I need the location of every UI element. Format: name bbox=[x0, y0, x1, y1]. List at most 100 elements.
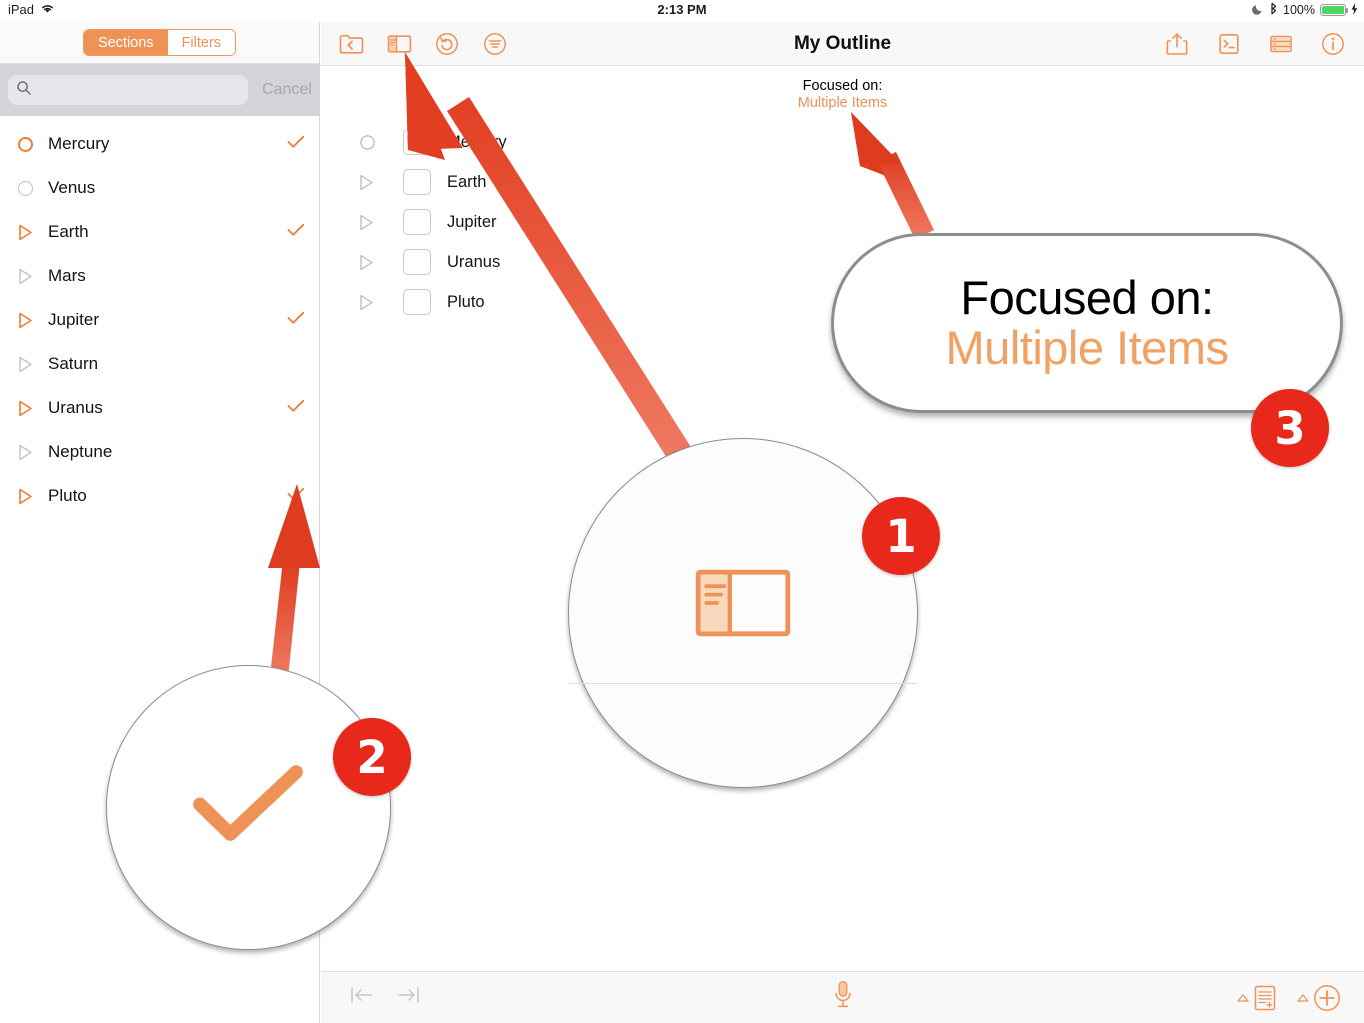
focus-banner-label: Focused on: bbox=[802, 78, 883, 94]
sidebar-item-earth[interactable]: Earth bbox=[0, 210, 319, 254]
sidebar-toggle-icon-zoomed bbox=[693, 568, 793, 643]
outline-row-label: Pluto bbox=[447, 292, 485, 311]
outline-row-label: Jupiter bbox=[447, 212, 497, 231]
indent-icon[interactable] bbox=[395, 985, 421, 1010]
sidebar-item-label: Saturn bbox=[48, 354, 99, 373]
triangle-right-icon[interactable] bbox=[359, 214, 403, 231]
focus-banner: Focused on: Multiple Items bbox=[321, 66, 1364, 112]
sidebar-item-label: Venus bbox=[48, 178, 96, 197]
outline-row-label: Mercury bbox=[447, 132, 507, 151]
main-bottom-bar bbox=[321, 971, 1364, 1023]
sections-list: Mercury Venus Earth Mars Jupiter Saturn … bbox=[0, 116, 319, 518]
check-icon bbox=[285, 223, 305, 242]
triangle-right-icon[interactable] bbox=[18, 356, 48, 373]
battery-icon bbox=[1320, 4, 1348, 16]
sidebar-item-label: Uranus bbox=[48, 398, 103, 417]
bottom-bar-left bbox=[321, 985, 421, 1010]
outline-row-checkbox[interactable] bbox=[403, 169, 431, 195]
outline-row-checkbox[interactable] bbox=[403, 289, 431, 315]
sidebar-item-saturn[interactable]: Saturn bbox=[0, 342, 319, 386]
sidebar-item-label: Mercury bbox=[48, 134, 110, 153]
rows-icon[interactable] bbox=[1268, 31, 1294, 57]
bluetooth-icon bbox=[1269, 2, 1278, 18]
tab-filters[interactable]: Filters bbox=[167, 30, 236, 55]
circle-icon[interactable] bbox=[18, 180, 48, 196]
focus-banner-value[interactable]: Multiple Items bbox=[321, 95, 1364, 112]
main-toolbar-left bbox=[321, 31, 508, 57]
tab-sections[interactable]: Sections bbox=[83, 30, 168, 55]
folder-back-icon[interactable] bbox=[338, 31, 364, 57]
sidebar-item-label: Pluto bbox=[48, 486, 87, 505]
sidebar-item-pluto[interactable]: Pluto bbox=[0, 474, 319, 518]
search-row: Cancel bbox=[0, 64, 319, 116]
battery-percent-label: 100% bbox=[1283, 3, 1315, 17]
sidebar-item-jupiter[interactable]: Jupiter bbox=[0, 298, 319, 342]
script-icon[interactable] bbox=[1216, 31, 1242, 57]
search-field[interactable] bbox=[8, 75, 248, 105]
search-icon bbox=[16, 80, 32, 101]
bottom-bar-right bbox=[1236, 983, 1342, 1013]
triangle-right-icon[interactable] bbox=[18, 224, 48, 241]
add-row-icon[interactable] bbox=[1296, 983, 1342, 1013]
sidebar-toggle-icon[interactable] bbox=[386, 31, 412, 57]
callout-bubble-3: Focused on: Multiple Items bbox=[831, 233, 1343, 413]
sidebar-header: Sections Filters bbox=[0, 22, 319, 64]
check-icon bbox=[285, 311, 305, 330]
triangle-right-icon[interactable] bbox=[18, 400, 48, 417]
sidebar-item-mars[interactable]: Mars bbox=[0, 254, 319, 298]
outline-row-earth[interactable]: Earth bbox=[321, 162, 1364, 202]
outline-row-checkbox[interactable] bbox=[403, 209, 431, 235]
add-note-icon[interactable] bbox=[1236, 983, 1278, 1013]
outline-row-mercury[interactable]: Mercury bbox=[321, 122, 1364, 162]
circle-icon[interactable] bbox=[359, 134, 403, 151]
search-input[interactable] bbox=[38, 82, 240, 98]
pluto-row-checkmark bbox=[285, 487, 305, 506]
triangle-right-icon[interactable] bbox=[18, 268, 48, 285]
sidebar-item-label: Neptune bbox=[48, 442, 113, 461]
callout-badge-2: 2 bbox=[333, 718, 411, 796]
search-cancel-button[interactable]: Cancel bbox=[254, 81, 312, 99]
triangle-right-icon[interactable] bbox=[18, 488, 48, 505]
ipad-screen: iPad 2:13 PM 100% Sections Filters Cance… bbox=[0, 0, 1364, 1023]
sidebar-item-label: Mars bbox=[48, 266, 86, 285]
moon-icon bbox=[1252, 3, 1264, 18]
main-toolbar-right bbox=[1164, 22, 1346, 66]
filter-icon[interactable] bbox=[482, 31, 508, 57]
bubble-line-2: Multiple Items bbox=[945, 321, 1229, 374]
status-bar-clock: 2:13 PM bbox=[657, 2, 707, 17]
check-icon bbox=[285, 135, 305, 154]
sidebar-item-mercury[interactable]: Mercury bbox=[0, 122, 319, 166]
callout-magnifier-2 bbox=[106, 665, 391, 950]
callout-badge-3: 3 bbox=[1251, 389, 1329, 467]
triangle-right-icon[interactable] bbox=[359, 174, 403, 191]
sidebar-item-uranus[interactable]: Uranus bbox=[0, 386, 319, 430]
bottom-bar-center bbox=[321, 980, 1364, 1015]
share-icon[interactable] bbox=[1164, 31, 1190, 57]
triangle-right-icon[interactable] bbox=[359, 294, 403, 311]
sidebar-item-label: Jupiter bbox=[48, 310, 100, 329]
outline-row-checkbox[interactable] bbox=[403, 249, 431, 275]
outline-row-checkbox[interactable] bbox=[403, 129, 431, 155]
triangle-right-icon[interactable] bbox=[18, 312, 48, 329]
checkmark-icon-zoomed bbox=[189, 763, 309, 852]
outdent-icon[interactable] bbox=[349, 985, 375, 1010]
outline-row-label: Uranus bbox=[447, 252, 501, 271]
info-icon[interactable] bbox=[1320, 31, 1346, 57]
lightning-bolt-icon bbox=[1351, 2, 1358, 18]
check-icon bbox=[285, 399, 305, 418]
callout-badge-1: 1 bbox=[862, 497, 940, 575]
sidebar-item-neptune[interactable]: Neptune bbox=[0, 430, 319, 474]
microphone-icon[interactable] bbox=[832, 980, 854, 1015]
sidebar-item-venus[interactable]: Venus bbox=[0, 166, 319, 210]
triangle-right-icon[interactable] bbox=[18, 444, 48, 461]
callout-magnifier-1 bbox=[568, 438, 918, 788]
bubble-line-1: Focused on: bbox=[960, 271, 1214, 325]
sections-filters-segmented-control[interactable]: Sections Filters bbox=[82, 29, 237, 56]
status-bar: iPad 2:13 PM 100% bbox=[0, 0, 1364, 22]
circle-icon[interactable] bbox=[18, 136, 48, 152]
triangle-right-icon[interactable] bbox=[359, 254, 403, 271]
status-bar-right: 100% bbox=[1252, 2, 1358, 18]
sidebar-item-label: Earth bbox=[48, 222, 89, 241]
undo-icon[interactable] bbox=[434, 31, 460, 57]
main-toolbar: My Outline bbox=[321, 22, 1364, 66]
